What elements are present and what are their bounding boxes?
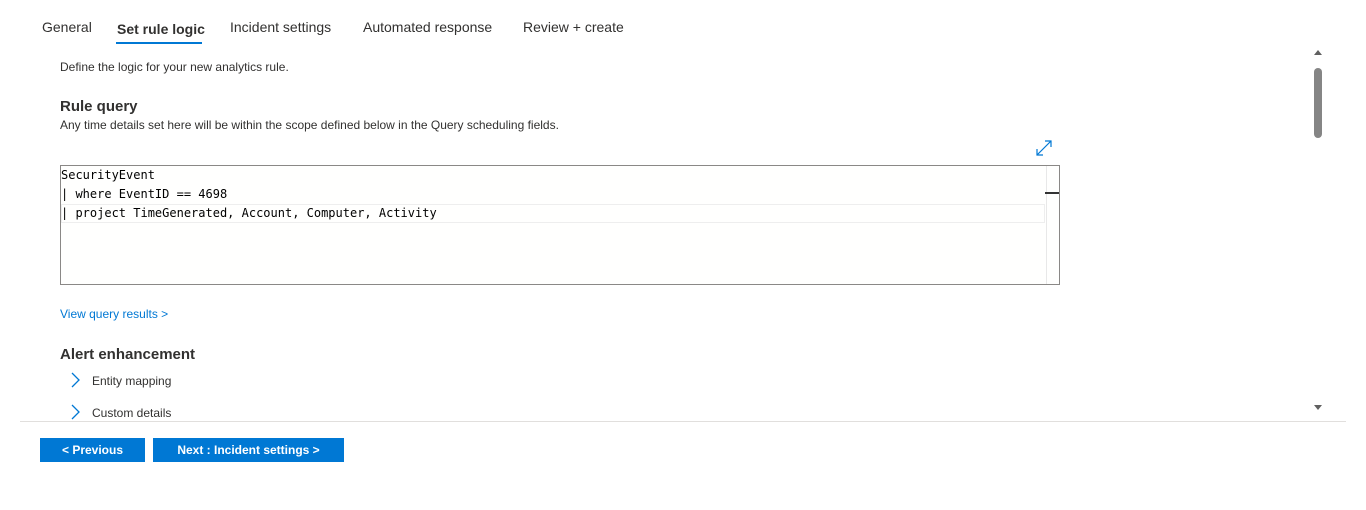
code-line-text: | where EventID == 4698 bbox=[61, 187, 228, 201]
view-query-results-link[interactable]: View query results > bbox=[60, 307, 168, 321]
active-tab-indicator bbox=[116, 42, 202, 44]
chevron-right-icon bbox=[68, 372, 82, 388]
rule-query-heading: Rule query bbox=[60, 98, 138, 115]
wizard-tabs: General Set rule logic Incident settings… bbox=[0, 0, 1366, 48]
rule-query-description: Any time details set here will be within… bbox=[60, 118, 559, 132]
scrollbar-thumb[interactable] bbox=[1314, 68, 1322, 138]
tab-set-rule-logic[interactable]: Set rule logic bbox=[117, 21, 205, 43]
code-line-current: | project TimeGenerated, Account, Comput… bbox=[61, 204, 1045, 223]
scroll-up-arrow-icon[interactable] bbox=[1314, 50, 1322, 55]
footer-divider bbox=[20, 421, 1346, 422]
next-incident-settings-button[interactable]: Next : Incident settings > bbox=[153, 438, 344, 462]
chevron-right-icon bbox=[68, 404, 82, 420]
intro-text: Define the logic for your new analytics … bbox=[60, 60, 289, 74]
tab-incident-settings[interactable]: Incident settings bbox=[230, 19, 331, 41]
panel-scrollbar[interactable] bbox=[1310, 48, 1326, 420]
previous-button[interactable]: < Previous bbox=[40, 438, 145, 462]
code-line-text: | project TimeGenerated, Account, Comput… bbox=[61, 206, 437, 220]
tab-general[interactable]: General bbox=[42, 19, 92, 41]
code-line: | where EventID == 4698 bbox=[61, 185, 1045, 204]
custom-details-label: Custom details bbox=[92, 406, 172, 420]
rule-logic-panel: Define the logic for your new analytics … bbox=[0, 48, 1310, 420]
alert-enhancement-heading: Alert enhancement bbox=[60, 346, 196, 363]
editor-scrollbar-track[interactable] bbox=[1046, 166, 1047, 284]
tab-automated-response[interactable]: Automated response bbox=[363, 19, 492, 41]
code-line-text: SecurityEvent bbox=[61, 168, 155, 182]
tab-review-create[interactable]: Review + create bbox=[523, 19, 624, 41]
scroll-down-arrow-icon[interactable] bbox=[1314, 405, 1322, 410]
expand-diagonal-icon[interactable] bbox=[1035, 139, 1053, 157]
code-line: SecurityEvent bbox=[61, 166, 1045, 185]
editor-overview-ruler-mark bbox=[1045, 192, 1059, 194]
entity-mapping-label: Entity mapping bbox=[92, 374, 172, 388]
query-editor[interactable]: SecurityEvent | where EventID == 4698 | … bbox=[60, 165, 1060, 285]
